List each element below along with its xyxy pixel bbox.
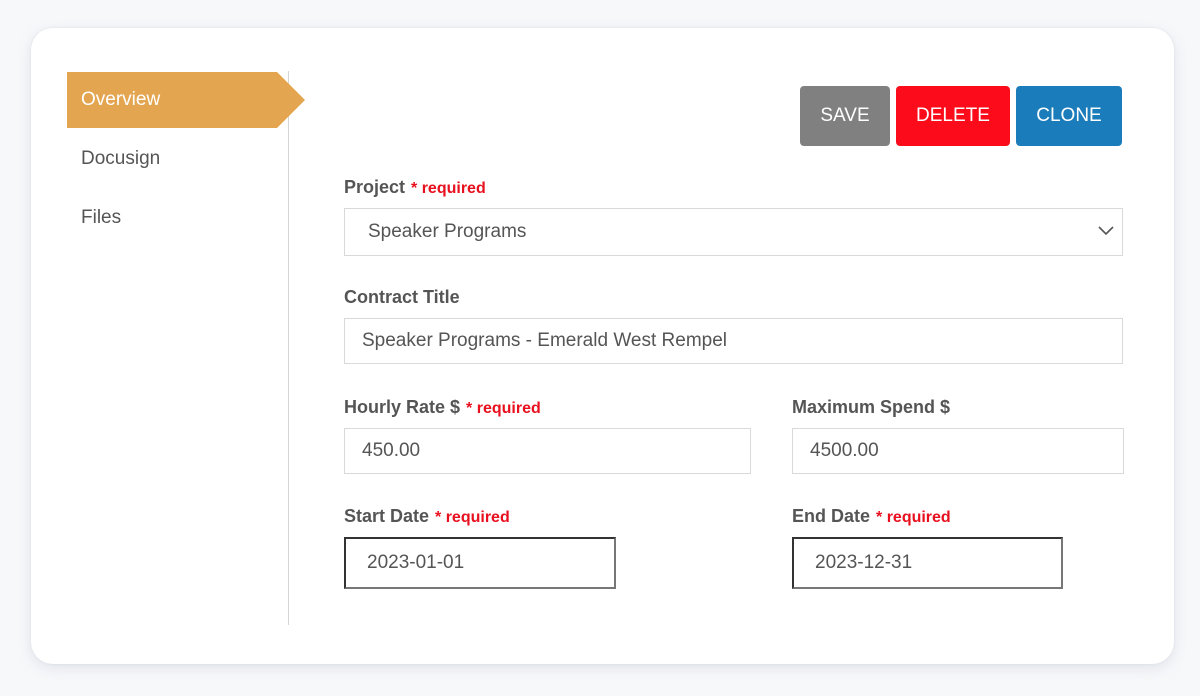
save-button[interactable]: SAVE xyxy=(800,86,890,146)
contract-form: SAVE DELETE CLONE Project * required Spea… xyxy=(344,0,1134,625)
project-label-text: Project xyxy=(344,177,406,197)
sidebar-item-docusign[interactable]: Docusign xyxy=(67,131,277,187)
contract-title-input[interactable] xyxy=(344,318,1123,364)
start-date-label: Start Date * required xyxy=(344,506,510,527)
project-select-value: Speaker Programs xyxy=(368,221,527,242)
delete-button[interactable]: DELETE xyxy=(896,86,1010,146)
end-date-label-text: End Date xyxy=(792,506,871,526)
contract-title-label-text: Contract Title xyxy=(344,287,460,307)
required-indicator: * required xyxy=(411,180,486,197)
chevron-down-icon xyxy=(1098,226,1114,236)
start-date-label-text: Start Date xyxy=(344,506,430,526)
required-indicator: * required xyxy=(435,509,510,526)
hourly-rate-input[interactable] xyxy=(344,428,751,474)
project-label: Project * required xyxy=(344,177,486,198)
required-indicator: * required xyxy=(876,509,951,526)
hourly-rate-label: Hourly Rate $ * required xyxy=(344,397,541,418)
sidebar-nav: Overview Docusign Files xyxy=(67,71,305,625)
project-select[interactable]: Speaker Programs xyxy=(344,208,1123,256)
sidebar-item-files[interactable]: Files xyxy=(67,190,277,246)
start-date-input[interactable] xyxy=(344,537,616,589)
clone-button[interactable]: CLONE xyxy=(1016,86,1122,146)
hourly-rate-label-text: Hourly Rate $ xyxy=(344,397,461,417)
maximum-spend-label-text: Maximum Spend $ xyxy=(792,397,951,417)
end-date-input[interactable] xyxy=(792,537,1063,589)
required-indicator: * required xyxy=(466,400,541,417)
maximum-spend-label: Maximum Spend $ xyxy=(792,397,950,418)
end-date-label: End Date * required xyxy=(792,506,951,527)
maximum-spend-input[interactable] xyxy=(792,428,1124,474)
contract-title-label: Contract Title xyxy=(344,287,460,308)
sidebar-item-overview[interactable]: Overview xyxy=(67,72,305,128)
